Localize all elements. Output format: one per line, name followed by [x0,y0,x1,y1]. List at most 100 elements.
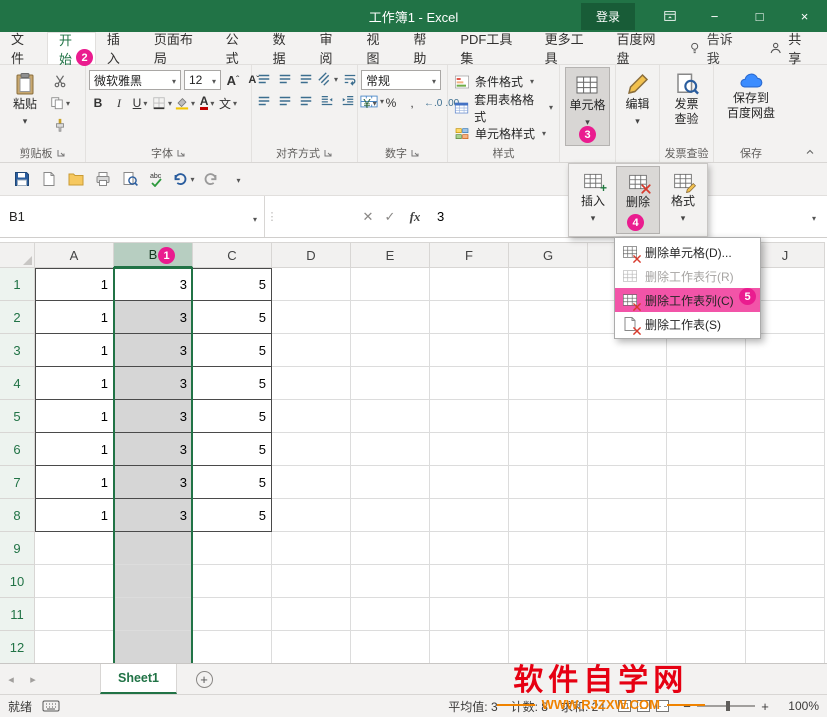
cell-E8[interactable] [351,499,430,532]
cell-A9[interactable] [35,532,114,565]
font-color-button[interactable]: A [198,94,216,112]
cell-H8[interactable] [588,499,667,532]
cell-E3[interactable] [351,334,430,367]
column-header-D[interactable]: D [272,242,351,268]
cell-E12[interactable] [351,631,430,663]
ribbon-display-options-button[interactable] [647,0,692,32]
column-header-G[interactable]: G [509,242,588,268]
sheet-tab-sheet1[interactable]: Sheet1 [100,664,177,694]
cell-B8[interactable]: 3 [114,499,193,532]
expand-formula-bar-button[interactable] [799,196,827,237]
cell-A11[interactable] [35,598,114,631]
align-middle-button[interactable] [276,70,294,88]
font-dialog-launcher[interactable] [176,148,186,158]
cell-J6[interactable] [746,433,825,466]
formula-bar-splitter[interactable]: ⋮ [265,196,279,237]
cell-E6[interactable] [351,433,430,466]
cell-H6[interactable] [588,433,667,466]
cell-E9[interactable] [351,532,430,565]
menu-item-delete-sheet[interactable]: 删除工作表(S) [615,312,760,336]
cell-I7[interactable] [667,466,746,499]
cell-F8[interactable] [430,499,509,532]
tab-more-tools[interactable]: 更多工具 [534,32,606,64]
cell-B3[interactable]: 3 [114,334,193,367]
tab-formulas[interactable]: 公式 [215,32,262,64]
add-sheet-button[interactable]: + [189,664,219,694]
orientation-button[interactable] [318,70,338,88]
cell-G3[interactable] [509,334,588,367]
format-painter-button[interactable] [50,116,70,134]
cell-F5[interactable] [430,400,509,433]
cell-F12[interactable] [430,631,509,663]
cell-H11[interactable] [588,598,667,631]
cell-G11[interactable] [509,598,588,631]
accessibility-icon[interactable] [42,700,60,712]
column-header-C[interactable]: C [193,242,272,268]
cell-A12[interactable] [35,631,114,663]
cell-E2[interactable] [351,301,430,334]
menu-item-delete-cells[interactable]: 删除单元格(D)... [615,240,760,264]
cell-J11[interactable] [746,598,825,631]
number-format-select[interactable]: 常规 [361,70,441,90]
cell-F3[interactable] [430,334,509,367]
cell-G4[interactable] [509,367,588,400]
format-button[interactable]: 格式 [661,166,705,234]
column-header-B[interactable]: B [114,242,193,268]
cell-F6[interactable] [430,433,509,466]
increase-font-size-button[interactable]: Aˆ [224,71,242,89]
paste-button[interactable]: 粘贴 [3,67,47,146]
cell-A1[interactable]: 1 [35,268,114,301]
cell-J8[interactable] [746,499,825,532]
cell-F1[interactable] [430,268,509,301]
login-button[interactable]: 登录 [581,3,635,30]
row-header-2[interactable]: 2 [0,301,35,334]
bold-button[interactable]: B [89,94,107,112]
zoom-in-button[interactable]: + [760,699,770,714]
column-header-A[interactable]: A [35,242,114,268]
underline-button[interactable]: U [131,94,149,112]
cell-D10[interactable] [272,565,351,598]
cell-B2[interactable]: 3 [114,301,193,334]
column-header-E[interactable]: E [351,242,430,268]
cell-E5[interactable] [351,400,430,433]
cell-H10[interactable] [588,565,667,598]
phonetic-guide-button[interactable]: 文 [219,94,237,112]
cell-J4[interactable] [746,367,825,400]
cell-B9[interactable] [114,532,193,565]
cell-H9[interactable] [588,532,667,565]
collapse-ribbon-button[interactable] [799,145,821,159]
cell-A10[interactable] [35,565,114,598]
zoom-slider-thumb[interactable] [726,701,730,711]
decrease-indent-button[interactable] [318,92,336,110]
cell-I6[interactable] [667,433,746,466]
cell-F2[interactable] [430,301,509,334]
tab-review[interactable]: 审阅 [309,32,356,64]
cell-F7[interactable] [430,466,509,499]
cancel-button[interactable]: ✕ [357,196,379,237]
tab-baidu-netdisk[interactable]: 百度网盘 [606,32,678,64]
row-header-6[interactable]: 6 [0,433,35,466]
quick-print-button[interactable] [89,166,116,192]
tab-pdf-tools[interactable]: PDF工具集 [449,32,533,64]
cell-E7[interactable] [351,466,430,499]
cell-F9[interactable] [430,532,509,565]
cell-D8[interactable] [272,499,351,532]
cell-D9[interactable] [272,532,351,565]
cell-C6[interactable]: 5 [193,433,272,466]
cell-H12[interactable] [588,631,667,663]
cell-C4[interactable]: 5 [193,367,272,400]
cell-G1[interactable] [509,268,588,301]
insert-button[interactable]: + 插入 [571,166,615,234]
cell-J5[interactable] [746,400,825,433]
tab-page-layout[interactable]: 页面布局 [143,32,215,64]
zoom-slider[interactable] [697,705,755,707]
cell-D3[interactable] [272,334,351,367]
spelling-button[interactable] [143,166,170,192]
cell-C8[interactable]: 5 [193,499,272,532]
cell-C7[interactable]: 5 [193,466,272,499]
cell-F10[interactable] [430,565,509,598]
format-as-table-button[interactable]: 套用表格格式 [451,95,556,120]
cell-A6[interactable]: 1 [35,433,114,466]
cell-A7[interactable]: 1 [35,466,114,499]
cell-J10[interactable] [746,565,825,598]
